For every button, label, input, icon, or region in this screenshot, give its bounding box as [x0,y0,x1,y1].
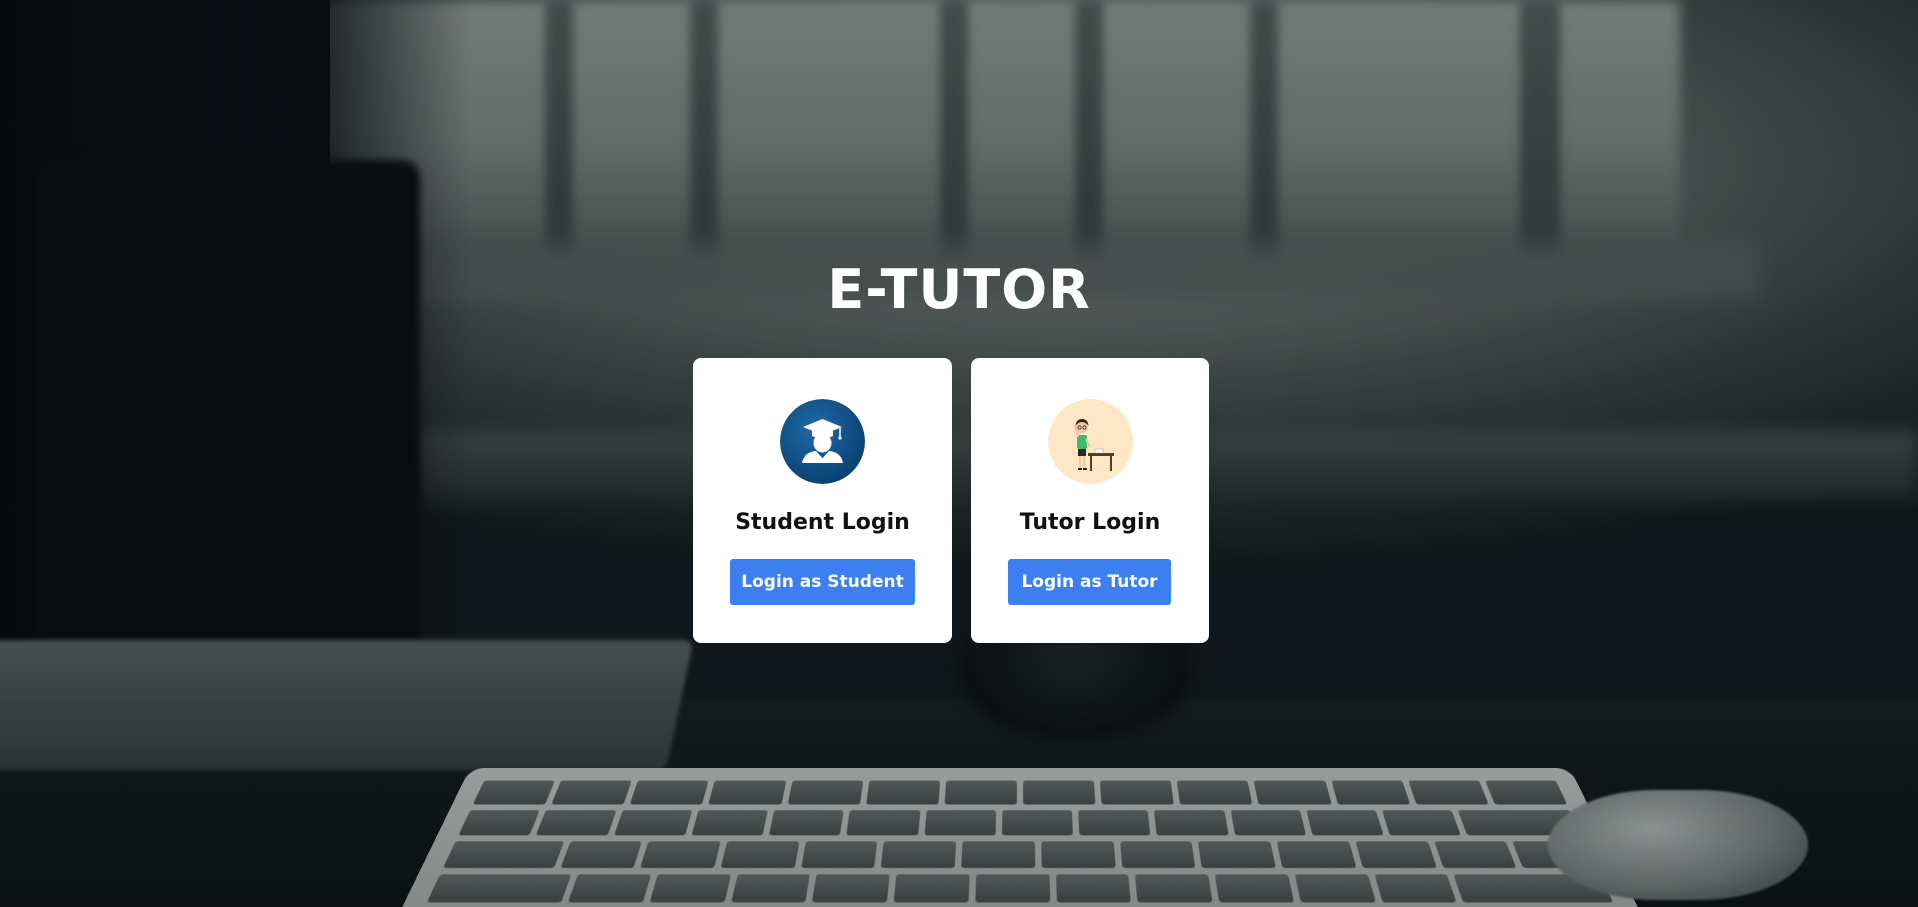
student-login-heading: Student Login [735,510,910,535]
login-page: E-TUTOR Student Login Login as Student T… [0,0,1918,907]
background-overlay [0,0,1918,907]
graduate-icon [780,399,865,484]
student-login-card: Student Login Login as Student [693,358,952,643]
login-as-tutor-button[interactable]: Login as Tutor [1008,559,1171,605]
app-title: E-TUTOR [827,258,1091,321]
tutor-login-heading: Tutor Login [1019,510,1161,535]
login-as-student-button[interactable]: Login as Student [730,559,915,605]
teacher-icon [1047,399,1133,484]
tutor-login-card: Tutor Login Login as Tutor [971,358,1209,643]
